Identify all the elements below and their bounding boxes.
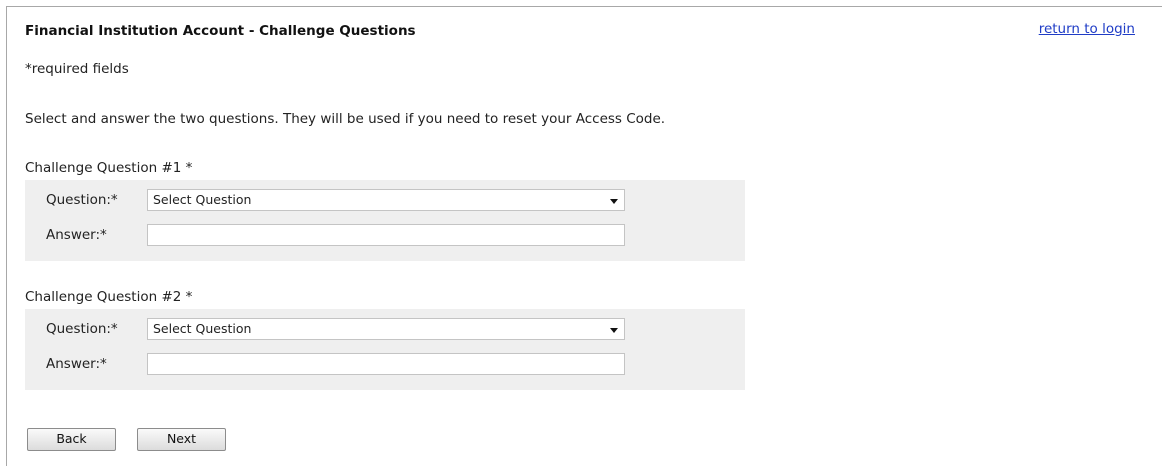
question-1-label: Question:* [46,192,118,208]
question-2-label: Question:* [46,321,118,337]
challenge-question-2-panel: Question:* Select Question Answer:* [25,309,745,390]
answer-2-label: Answer:* [46,356,107,372]
challenge-question-2-title: Challenge Question #2 * [25,289,193,305]
chevron-down-icon [610,328,618,333]
next-button[interactable]: Next [137,428,226,451]
page-title: Financial Institution Account - Challeng… [25,23,416,39]
challenge-question-1-panel: Question:* Select Question Answer:* [25,180,745,261]
question-1-select[interactable]: Select Question [147,189,625,211]
answer-1-input[interactable] [147,224,625,246]
required-fields-note: *required fields [25,61,129,77]
question-2-select[interactable]: Select Question [147,318,625,340]
return-to-login-link[interactable]: return to login [1039,21,1135,37]
answer-1-label: Answer:* [46,227,107,243]
answer-2-input[interactable] [147,353,625,375]
question-1-selected-value: Select Question [153,192,252,207]
back-button[interactable]: Back [27,428,116,451]
question-2-selected-value: Select Question [153,321,252,336]
chevron-down-icon [610,199,618,204]
instructions-text: Select and answer the two questions. The… [25,111,666,127]
challenge-question-1-title: Challenge Question #1 * [25,160,193,176]
